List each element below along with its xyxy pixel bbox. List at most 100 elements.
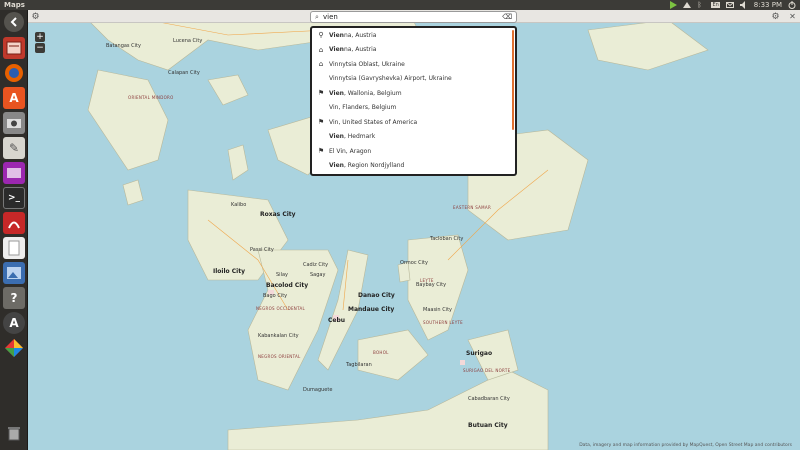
volume-icon[interactable] <box>739 1 748 9</box>
clear-search-icon[interactable]: ⌫ <box>502 13 512 21</box>
suggestion-rest: , Wallonia, Belgium <box>343 89 402 97</box>
building-icon: ⌂ <box>318 60 324 69</box>
close-icon[interactable]: ✕ <box>787 11 798 22</box>
text-editor-icon[interactable]: ✎ <box>3 137 25 159</box>
clock[interactable]: 8:33 PM <box>754 1 782 9</box>
map-label-surigao-norte: SURIGAO DEL NORTE <box>463 368 511 373</box>
files-app-icon[interactable] <box>3 37 25 59</box>
map-label-negros-occidental: NEGROS OCCIDENTAL <box>256 306 306 311</box>
suggestion-item[interactable]: Vin, Flanders, Belgium <box>312 101 515 116</box>
map-label-roxas: Roxas City <box>260 211 296 218</box>
map-label-tacloban: Tacloban City <box>430 236 464 242</box>
suggestion-match: Vien <box>329 46 344 54</box>
help-icon[interactable]: ? <box>3 287 25 309</box>
terminal-icon[interactable]: >_ <box>3 187 25 209</box>
map-label-cadiz: Cadiz City <box>303 262 329 268</box>
suggestion-item[interactable]: Vinnytsia (Gavryshevka) Airport, Ukraine <box>312 72 515 87</box>
search-input[interactable] <box>323 13 493 21</box>
map-label-surigao: Surigao <box>466 350 493 357</box>
map-label-maasin: Maasin City <box>423 307 452 313</box>
suggestion-rest: El Vin, Aragon <box>329 147 372 155</box>
play-icon[interactable] <box>669 1 678 9</box>
map-label-southern-leyte: SOUTHERN LEYTE <box>423 320 464 325</box>
suggestion-label: Vinnytsia Oblast, Ukraine <box>329 61 405 68</box>
image-viewer-icon[interactable] <box>3 262 25 284</box>
suggestion-rest: na, Austria <box>343 31 377 39</box>
suggestion-item[interactable]: Vien, Region Nordjylland <box>312 159 515 174</box>
flag-icon: ⚑ <box>317 89 325 98</box>
mail-icon[interactable] <box>725 1 734 9</box>
scrollbar[interactable] <box>512 30 514 130</box>
city-icon: ⚲ <box>318 31 324 40</box>
map-attribution: Data, imagery and map information provid… <box>579 443 792 448</box>
suggestion-label: Vien, Region Nordjylland <box>329 162 404 169</box>
trash-icon[interactable] <box>3 422 25 444</box>
suggestion-label: Vin, Flanders, Belgium <box>329 104 396 111</box>
map-label-eastern-samar: EASTERN SAMAR <box>453 205 492 210</box>
suggestion-match: Vien <box>329 89 344 97</box>
search-box[interactable]: ⌕ ⌫ <box>310 11 517 23</box>
suggestion-rest: na, Austria <box>343 46 377 54</box>
suggestion-item[interactable]: ⚑ Vien, Wallonia, Belgium <box>312 86 515 101</box>
software-center-icon[interactable]: A <box>3 87 25 109</box>
suggestion-label: Vin, United States of America <box>329 119 417 126</box>
suggestion-item[interactable]: ⌂ Vienna, Austria <box>312 43 515 58</box>
map-label-oriental-mindoro: ORIENTAL MINDORO <box>128 95 174 100</box>
suggestion-rest: Vinnytsia Oblast, Ukraine <box>329 60 405 68</box>
search-icon: ⌕ <box>315 12 319 21</box>
map-label-dumaguete: Dumaguete <box>303 387 333 393</box>
camera-app-icon[interactable] <box>3 112 25 134</box>
map-label-bohol: BOHOL <box>373 350 389 355</box>
system-settings-icon[interactable]: A <box>3 312 25 334</box>
suggestion-rest: , Region Nordjylland <box>343 162 405 170</box>
suggestion-item[interactable]: ⌂ Vinnytsia Oblast, Ukraine <box>312 57 515 72</box>
power-icon[interactable] <box>788 1 796 9</box>
document-icon[interactable] <box>3 237 25 259</box>
map-label-cabadbaran: Cabadbaran City <box>468 396 510 402</box>
map-label-kabankalan: Kabankalan City <box>258 333 299 339</box>
map-label-baybay: Baybay City <box>416 282 447 288</box>
map-label-ormoc: Ormoc City <box>400 260 428 266</box>
top-panel: Maps ᛒ En 8:33 PM <box>0 0 800 10</box>
suggestion-match: Vien <box>329 133 344 141</box>
suggestion-label: Vienna, Austria <box>329 46 376 53</box>
suggestion-rest: Vinnytsia (Gavryshevka) Airport, Ukraine <box>329 75 452 83</box>
flag-icon: ⚑ <box>317 118 325 127</box>
back-launcher-icon[interactable] <box>4 12 24 32</box>
map-label-iloilo: Iloilo City <box>213 268 245 275</box>
network-icon[interactable] <box>683 1 692 9</box>
suggestion-item[interactable]: Vien, Hedmark <box>312 130 515 145</box>
photos-app-icon[interactable] <box>3 337 25 359</box>
left-gear-icon[interactable]: ⚙ <box>30 11 41 22</box>
suggestion-item[interactable]: ⚲ Vienna, Austria <box>312 28 515 43</box>
map-label-butuan: Butuan City <box>468 422 508 429</box>
suggestion-item[interactable]: ⚑ El Vin, Aragon <box>312 144 515 159</box>
map-label-sagay: Sagay <box>310 272 326 278</box>
keyboard-layout[interactable]: En <box>711 2 720 8</box>
map-label-calapan: Calapan City <box>168 70 200 76</box>
suggestion-label: Vien, Hedmark <box>329 133 375 140</box>
map-label-kalibo: Kalibo <box>231 202 247 208</box>
map-label-danao: Danao City <box>358 292 395 299</box>
zoom-out-button[interactable]: − <box>35 43 45 53</box>
suggestion-rest: Vin, United States of America <box>329 118 418 126</box>
suggestion-rest: , Hedmark <box>343 133 376 141</box>
building-icon: ⌂ <box>318 45 324 54</box>
suggestion-item[interactable]: ⚑ Vin, United States of America <box>312 115 515 130</box>
map-label-passi: Passi City <box>250 247 274 253</box>
zoom-in-button[interactable]: + <box>35 32 45 42</box>
map-label-negros-oriental: NEGROS ORIENTAL <box>258 354 301 359</box>
suggestion-label: El Vin, Aragon <box>329 148 371 155</box>
search-suggestions: ⚲ Vienna, Austria ⌂ Vienna, Austria ⌂ Vinnyts… <box>310 26 517 176</box>
presentation-app-icon[interactable] <box>3 162 25 184</box>
suggestion-label: Vienna, Austria <box>329 32 376 39</box>
bluetooth-icon[interactable]: ᛒ <box>697 1 705 9</box>
map-label-lucena: Lucena City <box>173 38 203 44</box>
settings-gear-icon[interactable]: ⚙ <box>770 11 781 22</box>
firefox-icon[interactable] <box>3 62 25 84</box>
map-label-bacolod: Bacolod City <box>266 282 309 289</box>
map-label-bago: Bago City <box>263 293 288 299</box>
pdf-reader-icon[interactable] <box>3 212 25 234</box>
flag-icon: ⚑ <box>317 147 325 156</box>
system-tray: ᛒ En 8:33 PM <box>669 0 796 10</box>
